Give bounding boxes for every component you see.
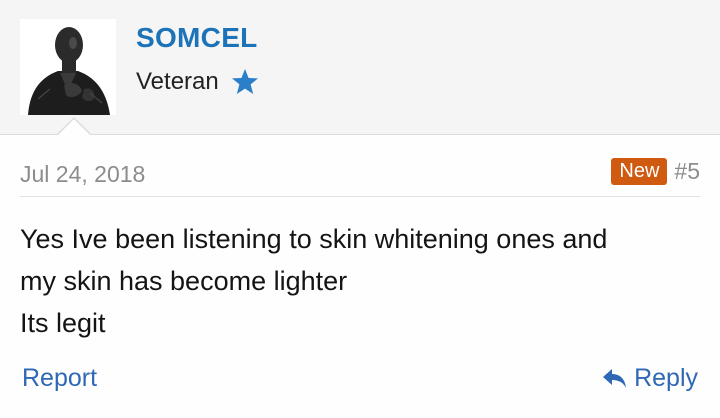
- reply-icon: [602, 368, 628, 390]
- user-avatar[interactable]: [20, 19, 116, 115]
- reply-button[interactable]: Reply: [602, 364, 698, 393]
- post-meta-bar: Jul 24, 2018 New #5: [20, 158, 700, 197]
- message-user-header: SOMCEL Veteran: [0, 0, 720, 136]
- user-title-row: Veteran: [136, 68, 259, 96]
- star-icon: [231, 68, 259, 96]
- new-badge: New: [611, 158, 668, 185]
- post-date[interactable]: Jul 24, 2018: [20, 161, 145, 188]
- post-body-line: Its legit: [20, 308, 106, 338]
- post-body-line: Yes Ive been listening to skin whitening…: [20, 224, 608, 254]
- post-meta-right: New #5: [611, 158, 700, 185]
- post-body: Yes Ive been listening to skin whitening…: [20, 218, 700, 344]
- header-pointer-fill: [57, 119, 91, 136]
- avatar-photo: [20, 19, 116, 115]
- reply-label: Reply: [634, 364, 698, 392]
- post-body-line: my skin has become lighter: [20, 266, 348, 296]
- user-title: Veteran: [136, 68, 219, 95]
- post-number-link[interactable]: #5: [674, 158, 700, 185]
- report-link[interactable]: Report: [22, 364, 97, 393]
- username-link[interactable]: SOMCEL: [136, 22, 258, 54]
